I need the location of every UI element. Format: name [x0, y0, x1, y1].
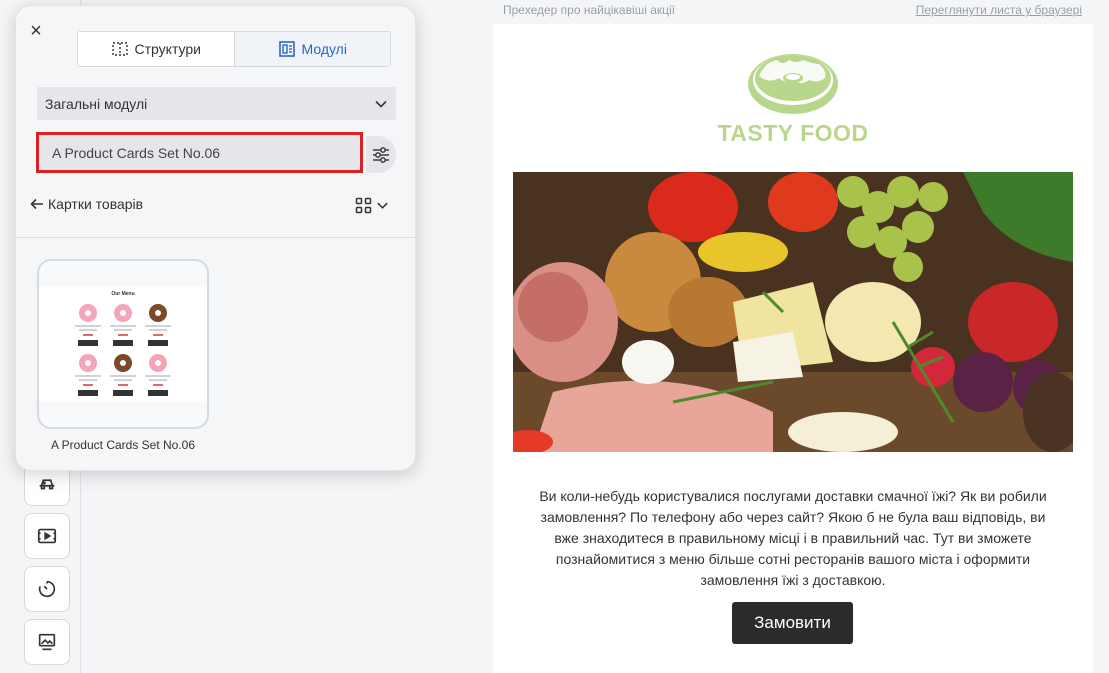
arrow-left-icon — [30, 198, 43, 210]
preheader-text: Прехедер про найцікавіші акції — [503, 3, 676, 17]
order-button[interactable]: Замовити — [732, 602, 853, 644]
chevron-down-icon — [377, 202, 388, 209]
timer-icon[interactable] — [24, 566, 70, 612]
tab-modules-label: Модулі — [301, 41, 347, 57]
module-preview-heading: Our Menu — [111, 291, 135, 297]
module-card-title: A Product Cards Set No.06 — [50, 438, 196, 452]
tab-modules[interactable]: Модулі — [233, 32, 390, 66]
banner-icon[interactable] — [24, 619, 70, 665]
view-in-browser-link[interactable]: Переглянути листа у браузері — [916, 3, 1082, 17]
module-card[interactable]: Our Menu — [37, 259, 209, 429]
hero-food-image — [513, 172, 1073, 452]
filter-button[interactable] — [366, 136, 396, 173]
tab-structures[interactable]: Структури — [78, 32, 234, 66]
back-link[interactable]: Картки товарів — [30, 196, 143, 212]
modules-panel: × Структури Модулі Загальні модулі A Pro… — [15, 5, 416, 471]
view-mode-toggle[interactable] — [355, 197, 389, 214]
email-canvas: TASTY FOOD Ви коли-небудь користувалися … — [493, 24, 1093, 673]
logo: TASTY FOOD — [493, 46, 1093, 147]
modules-icon — [278, 41, 295, 57]
module-thumbnail-icon — [75, 304, 171, 396]
logo-text: TASTY FOOD — [717, 120, 869, 146]
email-body-text: Ви коли-небудь користувалися послугами д… — [539, 488, 1047, 588]
panel-tabs: Структури Модулі — [77, 31, 391, 67]
grid-view-icon — [355, 197, 372, 214]
chevron-down-icon — [375, 100, 387, 108]
category-select-value: Загальні модулі — [45, 95, 148, 112]
tab-structures-label: Структури — [134, 41, 201, 57]
back-link-label: Картки товарів — [48, 196, 144, 212]
search-input[interactable]: A Product Cards Set No.06 — [36, 132, 363, 173]
structure-icon — [111, 42, 128, 56]
video-icon[interactable] — [24, 513, 70, 559]
donut-logo-icon — [748, 54, 838, 114]
category-select[interactable]: Загальні модулі — [37, 87, 396, 120]
filter-sliders-icon — [373, 146, 389, 163]
search-input-value: A Product Cards Set No.06 — [52, 144, 221, 161]
module-card-preview: Our Menu — [39, 287, 207, 401]
divider — [16, 237, 415, 238]
close-icon[interactable]: × — [27, 21, 45, 41]
